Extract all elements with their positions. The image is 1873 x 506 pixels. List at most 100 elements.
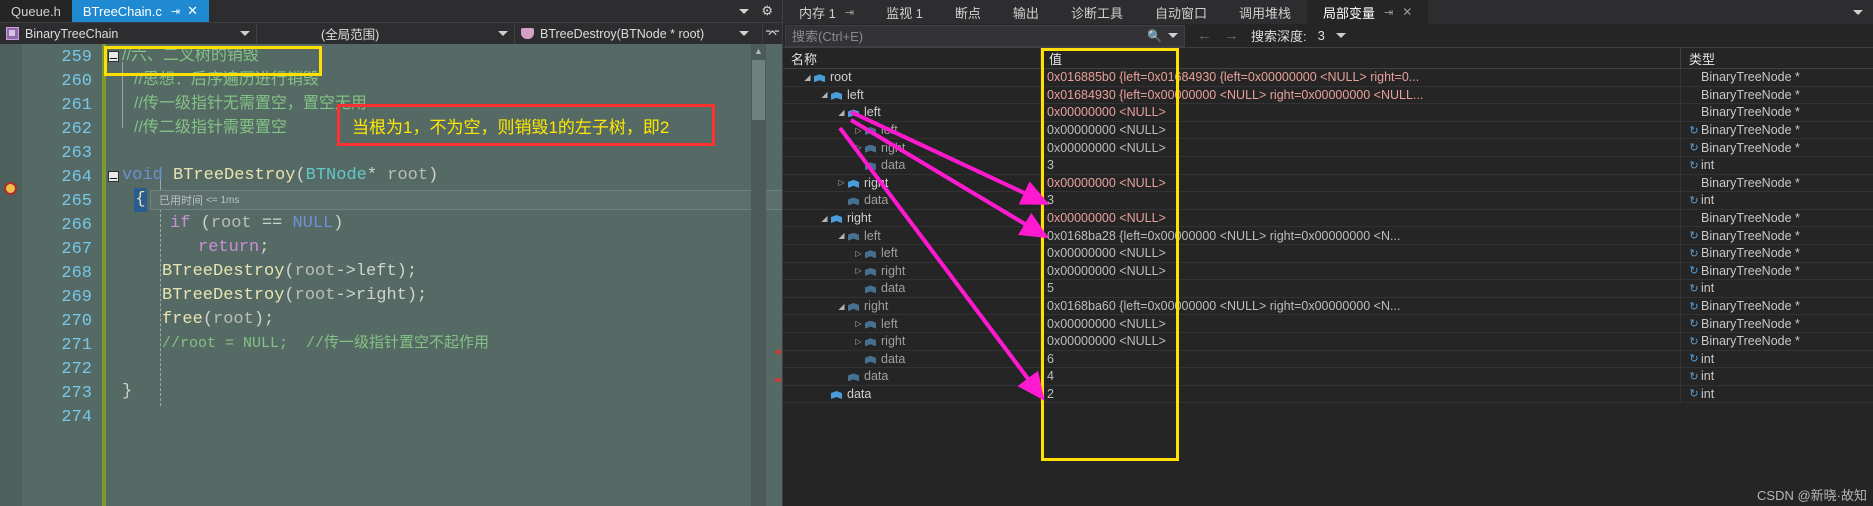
debug-tab-memory-1[interactable]: 内存 1 ⇥ <box>783 0 870 24</box>
refresh-icon[interactable]: ↻ <box>1687 335 1701 348</box>
refresh-icon[interactable]: ↻ <box>1687 247 1701 260</box>
tree-collapsed-icon[interactable]: ▷ <box>852 315 865 332</box>
cell-value[interactable]: 0x00000000 <NULL> <box>1041 244 1681 262</box>
table-row[interactable]: ▷ left 0x00000000 <NULL> ↻ BinaryTreeNode * <box>783 121 1873 140</box>
search-options-chevron-down-icon[interactable] <box>1168 33 1178 38</box>
scroll-up-arrow-icon[interactable]: ▲ <box>751 44 766 59</box>
refresh-icon[interactable]: ↻ <box>1687 124 1701 137</box>
cell-value[interactable]: 0x00000000 <NULL> <box>1041 209 1681 227</box>
cell-name[interactable]: ◢ left <box>783 227 1041 244</box>
cell-value[interactable]: 0x00000000 <NULL> <box>1041 174 1681 192</box>
editor-tab-queue-h[interactable]: Queue.h <box>0 0 72 22</box>
pin-icon[interactable]: ⇥ <box>845 6 854 19</box>
table-row[interactable]: data 6 ↻ int <box>783 350 1873 369</box>
tree-collapsed-icon[interactable]: ▷ <box>852 245 865 262</box>
cell-value[interactable]: 0x016885b0 {left=0x01684930 {left=0x0000… <box>1041 69 1681 86</box>
scrollbar-thumb[interactable] <box>752 60 765 120</box>
cell-value[interactable]: 4 <box>1041 368 1681 385</box>
debug-tab-diagnostic-tools[interactable]: 诊断工具 <box>1055 0 1139 24</box>
search-icon[interactable]: 🔍 <box>1147 29 1162 43</box>
chevron-down-icon[interactable] <box>240 31 250 36</box>
close-icon[interactable]: ✕ <box>1402 5 1412 19</box>
cell-value[interactable]: 6 <box>1041 350 1681 368</box>
debug-tab-call-stack[interactable]: 调用堆栈 <box>1223 0 1307 24</box>
table-row[interactable]: ◢ right 0x0168ba60 {left=0x00000000 <NULL>… <box>783 297 1873 316</box>
cell-name[interactable]: ▷ right <box>783 262 1041 280</box>
refresh-icon[interactable]: ↻ <box>1687 282 1701 295</box>
pin-icon[interactable]: ⇥ <box>1384 6 1393 19</box>
cell-value[interactable]: 2 <box>1041 385 1681 403</box>
method-dropdown[interactable]: BTreeDestroy(BTNode * root) <box>515 23 755 45</box>
cell-name[interactable]: ◢ left <box>783 104 1041 121</box>
editor-vertical-scrollbar[interactable]: ▲ <box>751 44 766 506</box>
cell-name[interactable]: data <box>783 192 1041 209</box>
chevron-down-icon[interactable] <box>1853 9 1863 15</box>
code-editor-surface[interactable]: 259 260 261 262 263 264 265 266 267 268 … <box>0 44 840 506</box>
refresh-icon[interactable]: ↻ <box>1687 300 1701 313</box>
tree-expanded-icon[interactable]: ◢ <box>801 69 814 86</box>
cell-name[interactable]: data <box>783 385 1041 403</box>
cell-value[interactable]: 0x00000000 <NULL> <box>1041 104 1681 121</box>
cell-value[interactable]: 0x0168ba28 {left=0x00000000 <NULL> right… <box>1041 227 1681 244</box>
search-depth-value[interactable]: 3 <box>1313 28 1329 43</box>
cell-value[interactable]: 0x0168ba60 {left=0x00000000 <NULL> right… <box>1041 297 1681 315</box>
table-row[interactable]: data 2 ↻ int <box>783 385 1873 404</box>
outline-collapse-icon[interactable]: ⚊ <box>108 171 119 182</box>
cell-name[interactable]: ▷ right <box>783 174 1041 192</box>
locals-grid[interactable]: 名称 值 类型 ◢ root 0x016885b0 {left=0x01684930… <box>783 48 1873 506</box>
cell-name[interactable]: ▷ right <box>783 332 1041 350</box>
cell-value[interactable]: 3 <box>1041 156 1681 174</box>
chevron-down-icon[interactable] <box>1335 33 1346 38</box>
table-row[interactable]: data 3 ↻ int <box>783 192 1873 210</box>
tree-collapsed-icon[interactable]: ▷ <box>852 139 865 156</box>
column-header-value[interactable]: 值 <box>1041 48 1681 68</box>
arrow-right-icon[interactable]: → <box>1224 27 1239 44</box>
table-row[interactable]: ▷ right 0x00000000 <NULL> ↻ BinaryTreeNode * <box>783 332 1873 351</box>
table-row[interactable]: ▷ right 0x00000000 <NULL> ↻ BinaryTreeNode * <box>783 139 1873 157</box>
cell-value[interactable]: 3 <box>1041 192 1681 209</box>
chevron-down-icon[interactable] <box>498 31 508 36</box>
column-header-name[interactable]: 名称 <box>783 48 1041 68</box>
table-row[interactable]: ◢ left 0x00000000 <NULL> BinaryTreeNode * <box>783 104 1873 122</box>
cell-name[interactable]: ▷ left <box>783 121 1041 139</box>
cell-name[interactable]: ▷ left <box>783 315 1041 332</box>
table-row[interactable]: ◢ left 0x01684930 {left=0x00000000 <NULL> … <box>783 86 1873 105</box>
tree-expanded-icon[interactable]: ◢ <box>835 104 848 121</box>
cell-name[interactable]: data <box>783 368 1041 385</box>
cell-name[interactable]: ▷ right <box>783 139 1041 156</box>
breakpoint-gutter[interactable] <box>0 44 22 506</box>
close-icon[interactable]: ✕ <box>187 3 198 19</box>
grid-rows[interactable]: ◢ root 0x016885b0 {left=0x01684930 {left=0… <box>783 69 1873 404</box>
debug-tab-watch-1[interactable]: 监视 1 <box>870 0 939 24</box>
editor-tab-btreechain-c[interactable]: BTreeChain.c ⇥ ✕ <box>71 0 209 22</box>
cell-name[interactable]: ◢ right <box>783 297 1041 315</box>
debug-tab-output[interactable]: 输出 <box>997 0 1055 24</box>
table-row[interactable]: data 5 ↻ int <box>783 280 1873 298</box>
tab-overflow-chevron-down-icon[interactable] <box>739 8 750 14</box>
refresh-icon[interactable]: ↻ <box>1687 352 1701 365</box>
tree-expanded-icon[interactable]: ◢ <box>818 210 831 227</box>
cell-value[interactable]: 0x00000000 <NULL> <box>1041 121 1681 139</box>
table-row[interactable]: data 3 ↻ int <box>783 156 1873 175</box>
class-scope-dropdown[interactable]: BinaryTreeChain <box>0 22 257 45</box>
table-row[interactable]: ▷ right 0x00000000 <NULL> ↻ BinaryTreeNode * <box>783 262 1873 281</box>
cell-name[interactable]: data <box>783 350 1041 368</box>
table-row[interactable]: ▷ left 0x00000000 <NULL> ↻ BinaryTreeNode * <box>783 315 1873 333</box>
tree-collapsed-icon[interactable]: ▷ <box>835 175 848 192</box>
cell-name[interactable]: ▷ left <box>783 244 1041 262</box>
cell-value[interactable]: 0x01684930 {left=0x00000000 <NULL> right… <box>1041 86 1681 104</box>
cell-value[interactable]: 0x00000000 <NULL> <box>1041 315 1681 332</box>
refresh-icon[interactable]: ↻ <box>1687 159 1701 172</box>
cell-value[interactable]: 0x00000000 <NULL> <box>1041 139 1681 156</box>
refresh-icon[interactable]: ↻ <box>1687 194 1701 207</box>
cell-value[interactable]: 0x00000000 <NULL> <box>1041 332 1681 350</box>
search-navigation[interactable]: ← → <box>1185 27 1251 44</box>
breakpoint-icon[interactable] <box>4 182 17 195</box>
refresh-icon[interactable]: ↻ <box>1687 370 1701 383</box>
cell-name[interactable]: ◢ left <box>783 86 1041 104</box>
table-row[interactable]: data 4 ↻ int <box>783 368 1873 386</box>
table-row[interactable]: ▷ right 0x00000000 <NULL> BinaryTreeNode * <box>783 174 1873 193</box>
search-depth-control[interactable]: 搜索深度: 3 <box>1251 26 1346 45</box>
scope-range-dropdown[interactable]: (全局范围) <box>257 22 515 45</box>
tree-expanded-icon[interactable]: ◢ <box>835 298 848 315</box>
